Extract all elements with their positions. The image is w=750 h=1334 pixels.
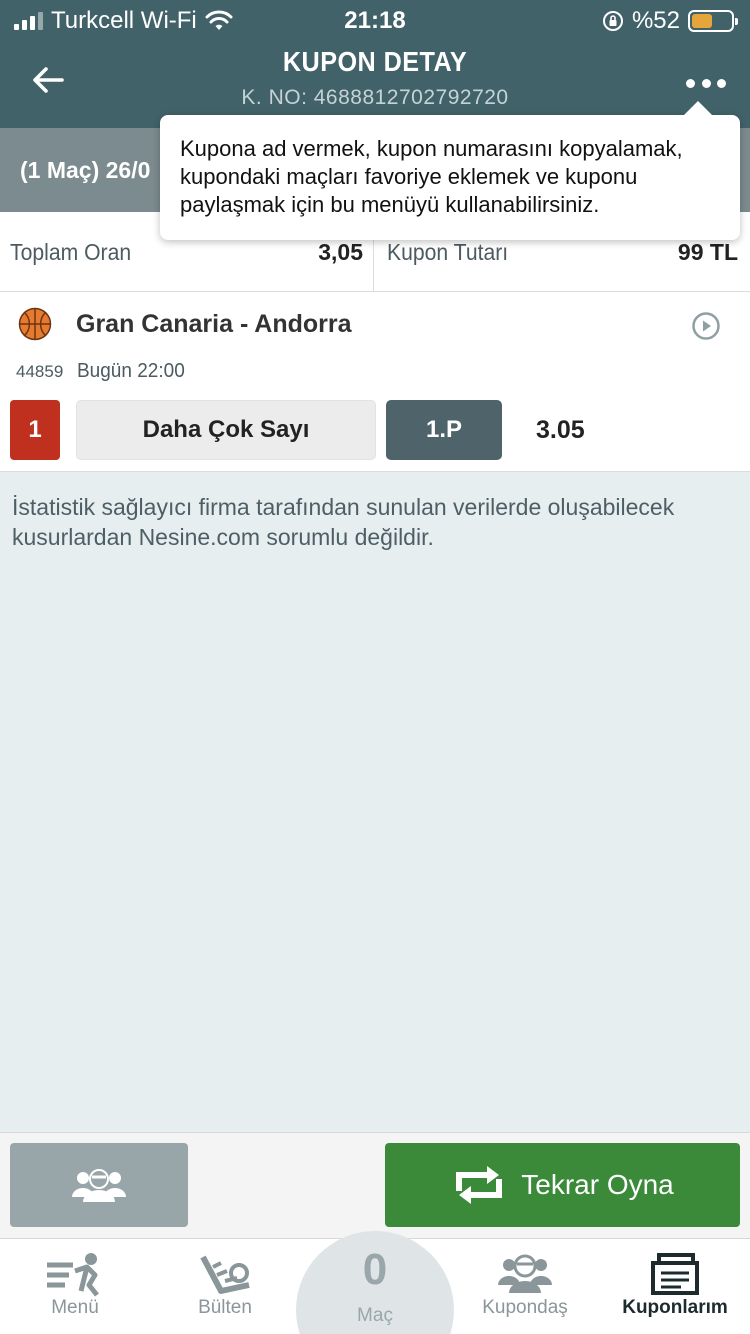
total-odds-label: Toplam Oran — [10, 238, 132, 265]
period-badge: 1.P — [386, 400, 502, 460]
battery-percent: %52 — [631, 7, 680, 34]
tab-my-coupons[interactable]: Kuponlarım — [600, 1239, 750, 1334]
page-title: KUPON DETAY — [282, 46, 468, 77]
play-circle-icon[interactable] — [692, 312, 720, 340]
more-options-button[interactable] — [686, 68, 726, 98]
more-dot-icon — [686, 78, 695, 88]
replay-label: Tekrar Oyna — [521, 1169, 674, 1200]
disclaimer-text: İstatistik sağlayıcı firma tarafından su… — [12, 494, 675, 550]
tab-menu-label: Menü — [51, 1297, 99, 1318]
tab-menu[interactable]: Menü — [0, 1239, 150, 1334]
tab-match-count[interactable]: 0 Maç — [300, 1239, 450, 1334]
summary-text: (1 Maç) 26/0 — [20, 157, 150, 184]
match-count: 0 — [362, 1245, 388, 1294]
status-bar: Turkcell Wi-Fi 21:18 %52 — [0, 0, 750, 40]
match-name[interactable]: Gran Canaria - Andorra — [76, 310, 352, 339]
tab-my-coupons-label: Kuponlarım — [622, 1297, 728, 1318]
repeat-icon — [456, 1166, 503, 1204]
match-code: 44859 — [16, 362, 64, 381]
tab-kupondas[interactable]: Kupondaş — [450, 1239, 600, 1334]
group-icon — [72, 1169, 126, 1202]
tab-match-label: Maç — [357, 1305, 393, 1326]
more-dot-icon — [717, 78, 726, 88]
pick-name: Daha Çok Sayı — [76, 400, 376, 460]
action-bar: Tekrar Oyna — [0, 1132, 750, 1238]
summary-prefix: (1 Maç) 26/0 — [20, 157, 151, 183]
status-right: %52 — [602, 7, 738, 35]
battery-icon — [688, 10, 738, 32]
replay-button[interactable]: Tekrar Oyna — [385, 1143, 740, 1227]
bulletin-icon — [200, 1255, 250, 1294]
coupon-amount-label: Kupon Tutarı — [387, 238, 509, 265]
pick-number-badge: 1 — [10, 400, 60, 460]
coupon-number: K. NO: 4688812702792720 — [241, 86, 509, 109]
menu-runner-icon — [47, 1253, 99, 1297]
tab-bar: Menü Bülten 0 Maç Kupondaş Kuponlarım — [0, 1231, 750, 1334]
basketball-icon — [18, 307, 52, 341]
menu-tooltip: Kupona ad vermek, kupon numarasını kopya… — [160, 101, 740, 240]
kupondas-share-button[interactable] — [10, 1143, 188, 1227]
coupons-icon — [651, 1253, 699, 1295]
tab-bulletin[interactable]: Bülten — [150, 1239, 300, 1334]
rotation-lock-icon — [602, 11, 623, 31]
tab-kupondas-label: Kupondaş — [482, 1297, 568, 1318]
match-time: Bugün 22:00 — [77, 360, 185, 382]
pick-odd: 3.05 — [536, 416, 585, 444]
tab-bulletin-label: Bülten — [198, 1297, 252, 1318]
more-dot-icon — [701, 78, 711, 88]
total-odds-value: 3,05 — [318, 238, 363, 265]
coupon-amount-value: 99 TL — [677, 238, 738, 265]
match-card: Gran Canaria - Andorra 44859 Bugün 22:00… — [0, 292, 750, 472]
group-icon — [498, 1254, 552, 1293]
